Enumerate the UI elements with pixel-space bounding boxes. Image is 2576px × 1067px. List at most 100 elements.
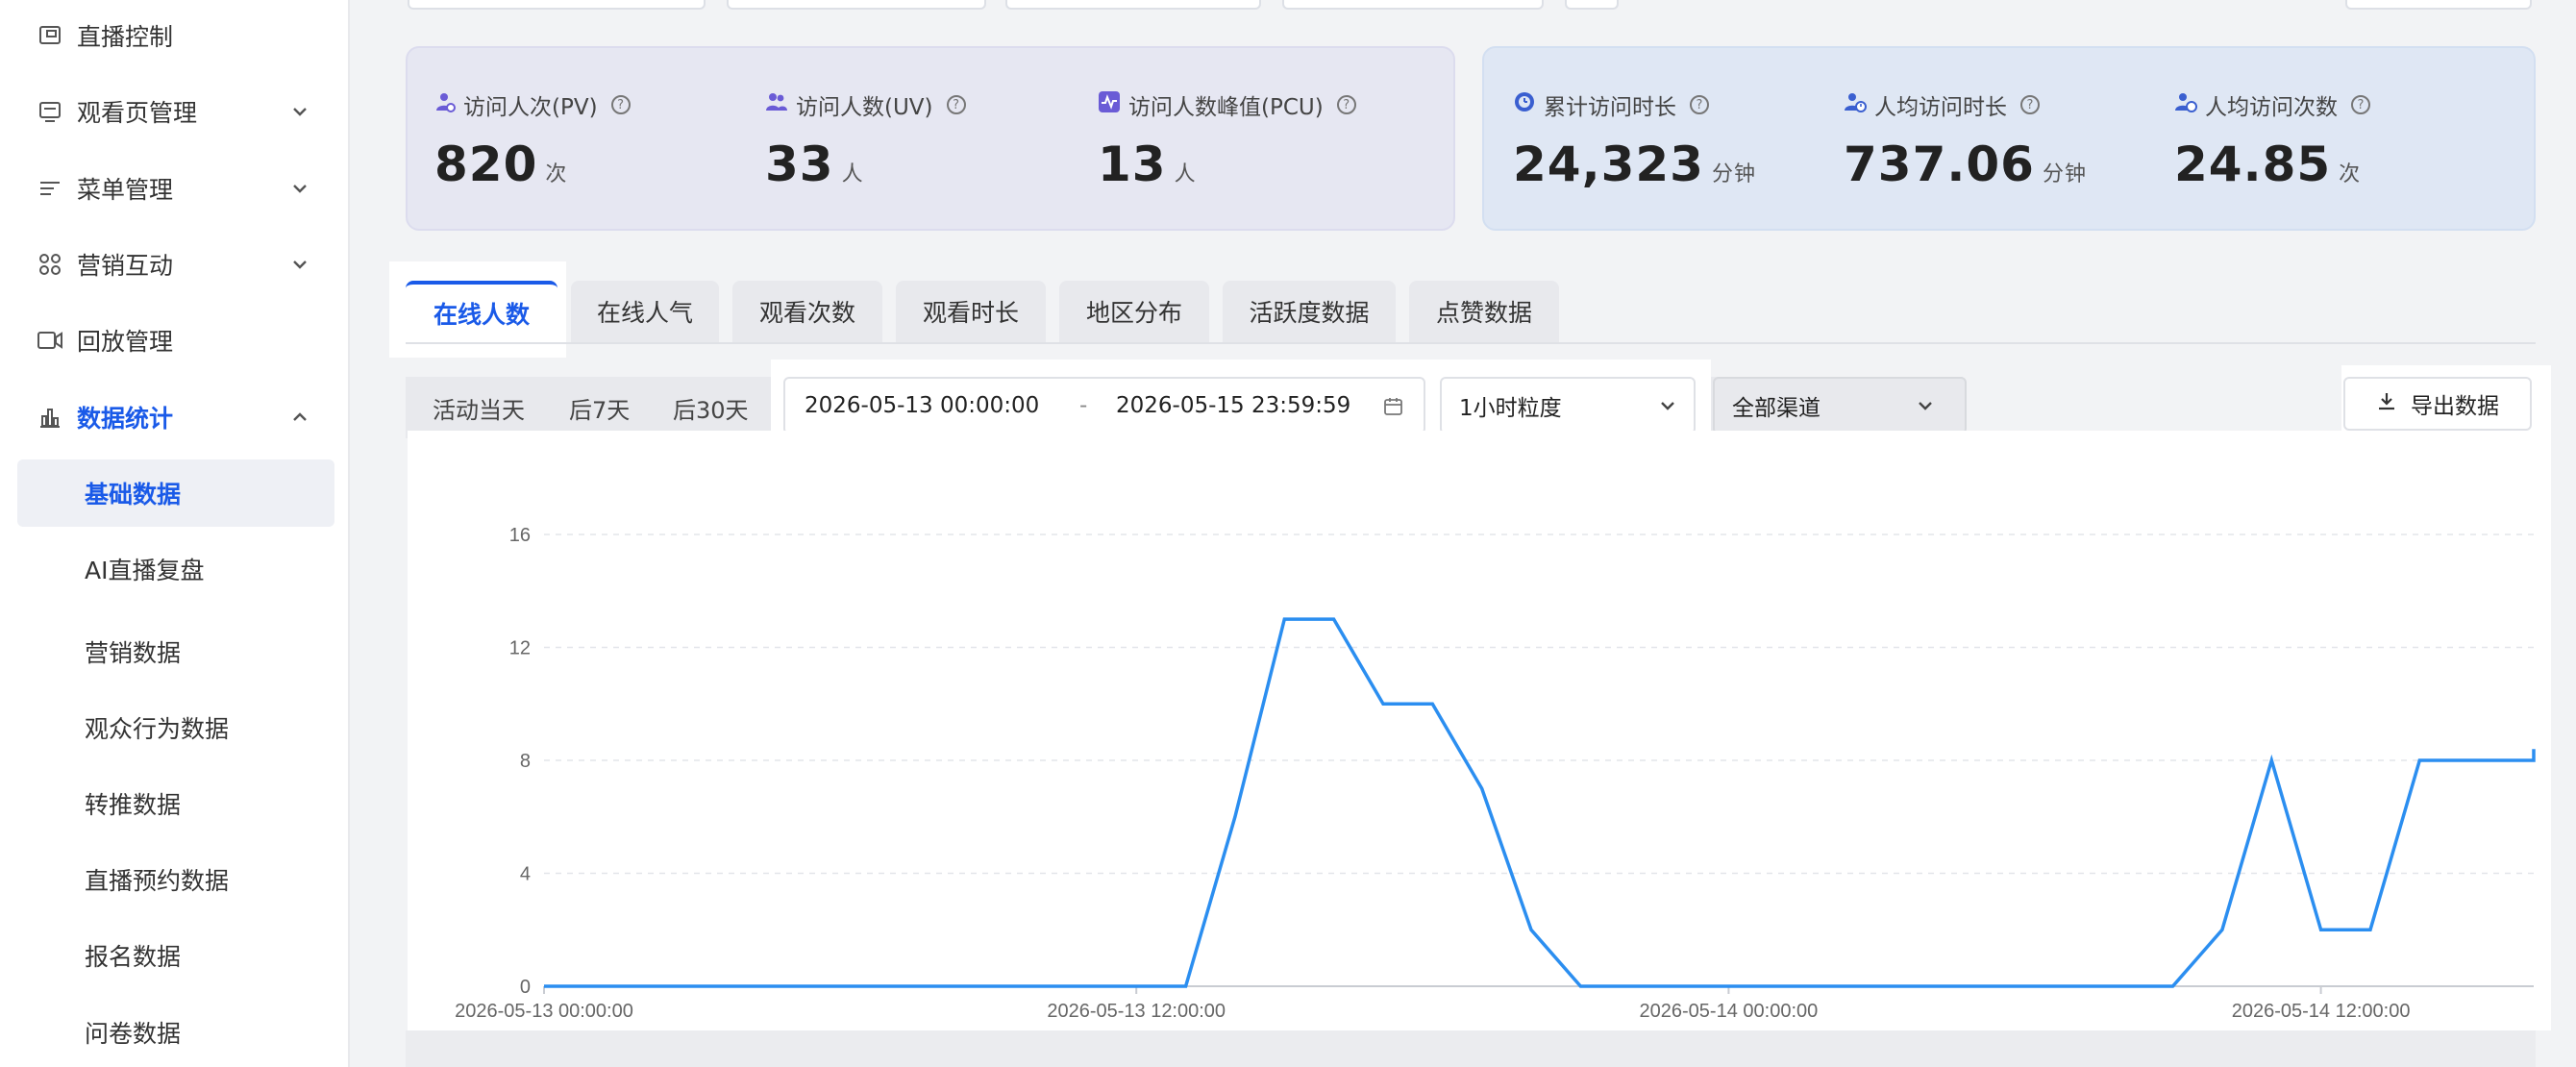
playback-icon bbox=[37, 327, 63, 354]
stat-unit: 人 bbox=[1174, 162, 1197, 186]
sidebar-item-data-stats[interactable]: 数据统计 bbox=[0, 386, 350, 448]
user-visit-icon bbox=[434, 91, 456, 118]
stat-value: 33 bbox=[765, 136, 834, 192]
sidebar-subitem-basic-data[interactable]: 基础数据 bbox=[17, 459, 334, 527]
pulse-icon bbox=[1098, 90, 1121, 119]
granularity-select[interactable]: 1小时粒度 bbox=[1440, 377, 1696, 434]
sidebar-subitem-reservation[interactable]: 直播预约数据 bbox=[17, 846, 334, 913]
sidebar-subitem-label: 直播预约数据 bbox=[85, 867, 230, 895]
date-separator: - bbox=[1079, 393, 1088, 418]
stats-card-visits: 访问人次(PV) ? 820 次 访问人数(UV) ? 33 人 访问人数峰值(PC… bbox=[406, 46, 1455, 231]
tab-online-users[interactable]: 在线人数 bbox=[406, 281, 557, 342]
sidebar-item-marketing[interactable]: 营销互动 bbox=[0, 234, 350, 295]
sidebar-subitem-ai-review[interactable]: AI直播复盘 bbox=[17, 535, 334, 603]
sidebar-subitem-marketing-data[interactable]: 营销数据 bbox=[17, 618, 334, 685]
stats-card-duration: 累计访问时长 ? 24,323 分钟 人均访问时长 ? 737.06 分钟 人均访问… bbox=[1482, 46, 2536, 231]
sidebar-item-label: 营销互动 bbox=[77, 252, 174, 280]
users-icon bbox=[765, 91, 788, 118]
sidebar-subitem-label: AI直播复盘 bbox=[85, 557, 205, 584]
sidebar-item-label: 数据统计 bbox=[77, 405, 174, 433]
marketing-icon bbox=[37, 251, 63, 278]
bar-chart-icon bbox=[37, 404, 63, 431]
stat-value: 737.06 bbox=[1844, 136, 2035, 192]
help-icon[interactable]: ? bbox=[1690, 95, 1709, 114]
tab-activity[interactable]: 活跃度数据 bbox=[1223, 281, 1396, 342]
tab-view-duration[interactable]: 观看时长 bbox=[896, 281, 1046, 342]
help-icon[interactable]: ? bbox=[1336, 95, 1356, 114]
y-tick-label: 8 bbox=[520, 751, 531, 772]
sidebar-item-playback[interactable]: 回放管理 bbox=[0, 310, 350, 371]
help-icon[interactable]: ? bbox=[2351, 95, 2370, 114]
menu-manage-icon bbox=[37, 175, 63, 202]
sidebar-item-label: 观看页管理 bbox=[77, 99, 198, 127]
stat-label: 访问人数峰值(PCU) bbox=[1128, 95, 1324, 120]
top-icon-button[interactable] bbox=[1565, 0, 1619, 10]
chart-footer-area bbox=[406, 1030, 2536, 1067]
app-root: 直播控制 观看页管理 菜单管理 营销互动 回放管理 数据统计 基础数据 AI直播… bbox=[0, 0, 2576, 1067]
stat-unit: 分钟 bbox=[2042, 162, 2087, 186]
date-range-picker[interactable]: 2026-05-13 00:00:00 - 2026-05-15 23:59:5… bbox=[783, 377, 1425, 434]
help-icon[interactable]: ? bbox=[2020, 95, 2040, 114]
series-line bbox=[544, 617, 2536, 988]
sidebar-subitem-label: 问卷数据 bbox=[85, 1020, 182, 1048]
sidebar-subitem-audience-behavior[interactable]: 观众行为数据 bbox=[17, 694, 334, 761]
stat-unit: 次 bbox=[2339, 162, 2362, 186]
help-icon[interactable]: ? bbox=[610, 95, 631, 114]
channel-select[interactable]: 全部渠道 bbox=[1713, 377, 1967, 434]
help-icon[interactable]: ? bbox=[946, 95, 966, 114]
x-tick-label: 2026-05-13 12:00:00 bbox=[1047, 1001, 1226, 1022]
user-time-icon bbox=[1844, 91, 1867, 118]
chevron-down-icon bbox=[288, 253, 311, 276]
stat-unit: 人 bbox=[841, 162, 864, 186]
x-tick-label: 2026-05-13 00:00:00 bbox=[455, 1001, 633, 1022]
top-filter-field[interactable] bbox=[727, 0, 986, 10]
clock-icon bbox=[1513, 90, 1536, 119]
sidebar-item-watch-page[interactable]: 观看页管理 bbox=[0, 81, 350, 142]
y-tick-label: 4 bbox=[520, 864, 531, 885]
granularity-value: 1小时粒度 bbox=[1459, 396, 1562, 421]
sidebar-subitem-label: 营销数据 bbox=[85, 639, 182, 667]
watch-page-icon bbox=[37, 98, 63, 125]
calendar-icon bbox=[1383, 396, 1404, 423]
tab-likes[interactable]: 点赞数据 bbox=[1409, 281, 1559, 342]
sidebar-item-label: 菜单管理 bbox=[77, 176, 174, 204]
stat-unit: 分钟 bbox=[1711, 162, 1756, 186]
stat-unit: 次 bbox=[545, 162, 568, 186]
date-start: 2026-05-13 00:00:00 bbox=[805, 393, 1040, 418]
tab-view-count[interactable]: 观看次数 bbox=[732, 281, 882, 342]
x-tick-label: 2026-05-14 12:00:00 bbox=[2232, 1001, 2411, 1022]
sidebar-subitem-questionnaire[interactable]: 问卷数据 bbox=[17, 999, 334, 1066]
top-filter-field[interactable] bbox=[1282, 0, 1544, 10]
top-filter-field[interactable] bbox=[1005, 0, 1261, 10]
chevron-down-icon bbox=[1915, 395, 1936, 422]
top-action-button[interactable] bbox=[2345, 0, 2532, 10]
y-tick-label: 16 bbox=[509, 525, 531, 546]
sidebar-subitem-signup[interactable]: 报名数据 bbox=[17, 922, 334, 989]
channel-value: 全部渠道 bbox=[1732, 396, 1821, 421]
stat-label: 人均访问时长 bbox=[1874, 95, 2007, 120]
online-users-chart: 0 4 8 12 16 2026-05-13 00:00:00 2026-05-13 12:… bbox=[455, 525, 2536, 1022]
sidebar-item-menu-manage[interactable]: 菜单管理 bbox=[0, 158, 350, 219]
stat-label: 访问人数(UV) bbox=[796, 95, 933, 120]
quick-range-7days[interactable]: 后7天 bbox=[569, 377, 630, 438]
sidebar-subitem-label: 观众行为数据 bbox=[85, 715, 230, 743]
chevron-down-icon bbox=[288, 100, 311, 123]
date-end: 2026-05-15 23:59:59 bbox=[1116, 393, 1351, 418]
download-icon bbox=[2376, 390, 2397, 417]
y-tick-label: 0 bbox=[520, 977, 531, 998]
live-control-icon bbox=[37, 22, 63, 49]
y-tick-label: 12 bbox=[509, 638, 531, 659]
tab-region[interactable]: 地区分布 bbox=[1059, 281, 1209, 342]
tab-online-popularity[interactable]: 在线人气 bbox=[571, 281, 719, 342]
quick-range-30days[interactable]: 后30天 bbox=[673, 377, 749, 438]
sidebar-item-live-control[interactable]: 直播控制 bbox=[0, 5, 350, 66]
sidebar-subitem-restream[interactable]: 转推数据 bbox=[17, 770, 334, 837]
user-count-icon bbox=[2174, 91, 2197, 118]
stat-label: 累计访问时长 bbox=[1544, 95, 1676, 120]
top-segmented-control[interactable] bbox=[408, 0, 706, 10]
stat-label: 人均访问次数 bbox=[2205, 95, 2338, 120]
stat-value: 13 bbox=[1098, 136, 1167, 192]
quick-range-today[interactable]: 活动当天 bbox=[433, 377, 525, 438]
stat-value: 24.85 bbox=[2174, 136, 2332, 192]
export-data-button[interactable]: 导出数据 bbox=[2343, 377, 2532, 431]
